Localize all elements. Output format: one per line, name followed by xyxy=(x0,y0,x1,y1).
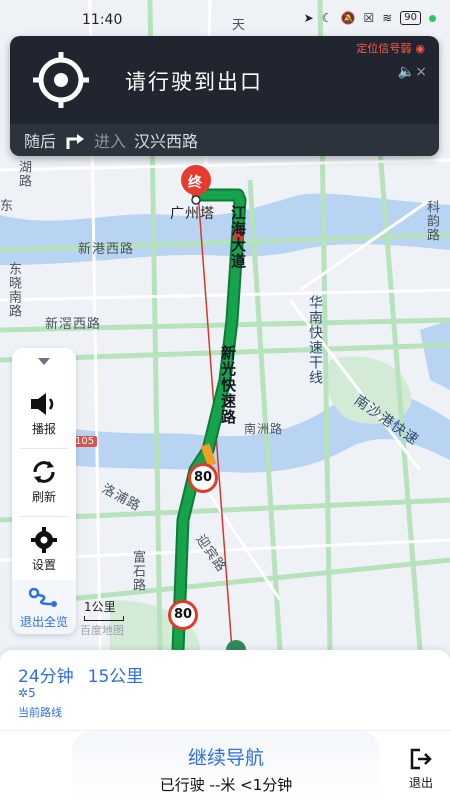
route-overview-icon xyxy=(28,587,57,607)
status-time: 11:40 xyxy=(82,12,123,28)
speaker-icon xyxy=(31,393,54,415)
exit-label: 退出 xyxy=(408,776,433,790)
location-arrow-icon: ➤ xyxy=(303,11,314,25)
road-label-hu: 湖路 xyxy=(16,160,31,188)
broadcast-button[interactable]: 播报 xyxy=(12,390,76,437)
exit-icon xyxy=(410,748,432,770)
map-attribution: 百度地图 xyxy=(80,624,124,637)
destination-badge: 终 xyxy=(188,175,203,191)
mute-icon[interactable]: 🔈× xyxy=(398,64,427,80)
road-label-xinjiao: 新滘西路 xyxy=(45,317,102,332)
exit-overview-button[interactable]: 退出全览 xyxy=(12,580,76,634)
road-label-jianghai: 江海大道 xyxy=(229,205,247,269)
gear-icon xyxy=(31,527,57,553)
signal-warning-text: 定位信号弱 xyxy=(356,42,412,55)
battery-icon: 90 xyxy=(400,11,421,25)
broadcast-label: 播报 xyxy=(31,422,56,436)
instruction-text: 请行驶到出口 xyxy=(125,70,263,94)
scale-label: 1公里 xyxy=(84,600,116,614)
navigation-panel: 请行驶到出口 定位信号弱 ◉ 🔈× 随后 进入 汉兴西路 xyxy=(10,36,439,156)
signal-warning: 定位信号弱 ◉ xyxy=(356,40,425,56)
continue-navigation-button[interactable]: 继续导航 已行驶 --米 <1分钟 xyxy=(72,731,380,800)
map-toolbar: 播报 刷新 设置 退出全览 xyxy=(12,348,76,634)
close-box-icon: ☒ xyxy=(363,11,375,25)
weak-signal-icon: ◉ xyxy=(415,41,425,55)
trip-progress: 已行驶 --米 <1分钟 xyxy=(72,774,380,795)
enter-label: 进入 xyxy=(94,132,127,151)
road-label-nanzhou: 南洲路 xyxy=(244,422,284,436)
route-distance: 15公里 xyxy=(87,667,144,687)
current-route-label: 当前路线 xyxy=(18,706,62,719)
traffic-lights-value: 5 xyxy=(28,686,36,700)
collapse-toolbar-icon[interactable] xyxy=(38,358,50,365)
status-bar: 11:40 ➤ ☾ 🔕 ☒ ≋ 90 xyxy=(0,0,450,36)
continue-label: 继续导航 xyxy=(187,747,264,769)
eta-time: 24分钟 xyxy=(18,667,74,687)
refresh-button[interactable]: 刷新 xyxy=(12,458,76,505)
refresh-icon xyxy=(33,461,55,483)
exit-overview-label: 退出全览 xyxy=(19,615,68,629)
speed-limit-sign: 80 xyxy=(168,600,198,630)
next-maneuver-bar: 随后 进入 汉兴西路 xyxy=(10,124,439,156)
then-label: 随后 xyxy=(24,132,57,151)
settings-button[interactable]: 设置 xyxy=(12,526,76,573)
speed-limit-sign: 80 xyxy=(188,463,218,493)
locating-crosshair-icon xyxy=(33,52,89,108)
wifi-icon: ≋ xyxy=(382,11,393,25)
traffic-lights-count: ✲5 xyxy=(18,686,36,700)
refresh-label: 刷新 xyxy=(31,490,56,504)
road-label-kejiyun: 科韵路 xyxy=(424,200,439,242)
exit-navigation-button[interactable]: 退出 xyxy=(408,747,434,791)
next-road-name: 汉兴西路 xyxy=(134,132,199,151)
road-label-xinguang: 新光快速路 xyxy=(219,345,237,425)
road-label-dongxiao: 东晓南路 xyxy=(6,262,21,318)
settings-label: 设置 xyxy=(31,558,56,572)
route-summary[interactable]: 24分钟 15公里 ✲5 当前路线 xyxy=(0,650,450,730)
map-scale: 1公里 xyxy=(84,598,124,621)
traveled-distance: --米 xyxy=(209,776,236,794)
road-label-huanan: 华南快速干线 xyxy=(307,295,323,385)
road-label-fushi: 富石路 xyxy=(130,550,145,592)
elapsed-time: <1分钟 xyxy=(240,776,293,794)
road-label-xingang: 新港西路 xyxy=(78,242,135,257)
road-label-dong: 东 xyxy=(0,199,15,214)
turn-right-arrow-icon xyxy=(66,134,85,149)
silent-icon: 🔕 xyxy=(340,11,356,25)
moon-icon: ☾ xyxy=(321,11,333,25)
traveled-label: 已行驶 xyxy=(159,776,205,794)
bottom-bar: 继续导航 已行驶 --米 <1分钟 退出 xyxy=(0,730,450,800)
poi-label: 广州塔 xyxy=(170,206,215,222)
traffic-light-icon: ✲ xyxy=(18,686,29,700)
status-dot-icon xyxy=(429,14,436,22)
